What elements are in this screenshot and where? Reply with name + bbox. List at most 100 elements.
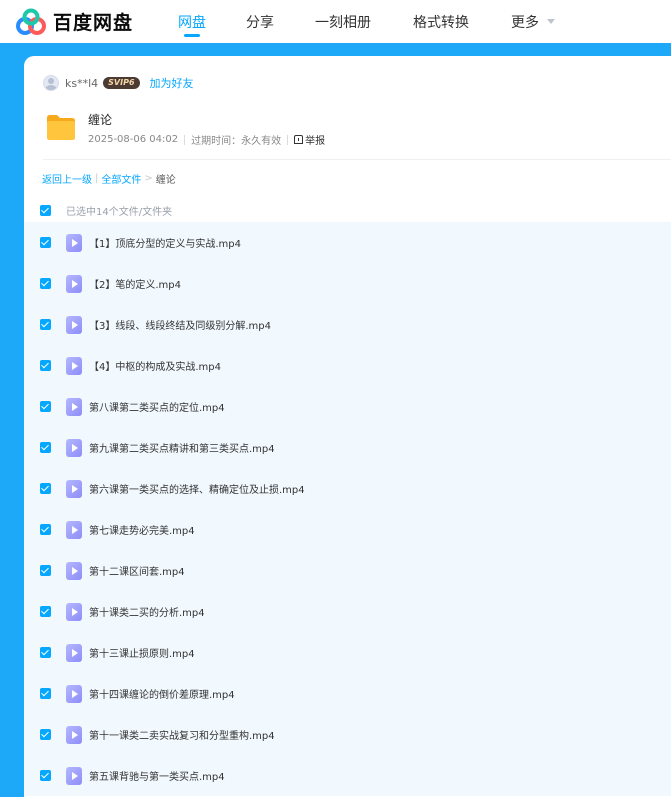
report-icon (294, 135, 304, 144)
add-friend-button[interactable]: 加为好友 (150, 75, 194, 91)
file-name[interactable]: 【2】笔的定义.mp4 (89, 276, 181, 291)
video-file-icon (66, 438, 82, 457)
file-name[interactable]: 第十课类二买的分析.mp4 (89, 604, 205, 619)
video-file-icon (66, 520, 82, 539)
breadcrumb-separator: > (144, 173, 153, 184)
list-item[interactable]: 【3】线段、线段终结及同级别分解.mp4 (24, 304, 671, 345)
video-file-icon (66, 356, 82, 375)
file-checkbox[interactable] (40, 483, 51, 494)
vip-badge: SVIP6 (103, 77, 140, 89)
file-name[interactable]: 第十四课缠论的倒价差原理.mp4 (89, 686, 235, 701)
breadcrumb-divider: | (95, 173, 99, 184)
report-button[interactable]: 举报 (294, 132, 325, 147)
video-file-icon (66, 643, 82, 662)
folder-meta: 2025-08-06 04:02 过期时间：永久有效 举报 (88, 132, 325, 147)
video-file-icon (66, 684, 82, 703)
video-file-icon (66, 766, 82, 785)
divider (287, 134, 289, 145)
main-nav: 网盘 分享 一刻相册 格式转换 更多 (178, 0, 555, 43)
file-checkbox[interactable] (40, 565, 51, 576)
file-name[interactable]: 第八课第二类买点的定位.mp4 (89, 399, 225, 414)
list-item[interactable]: 第十课类二买的分析.mp4 (24, 591, 671, 632)
file-name[interactable]: 第十一课类二卖实战复习和分型重构.mp4 (89, 727, 275, 742)
share-date: 2025-08-06 04:02 (88, 134, 179, 145)
nav-label: 分享 (246, 14, 274, 31)
nav-item-netdisk[interactable]: 网盘 (178, 0, 206, 43)
file-list: 【1】顶底分型的定义与实战.mp4 【2】笔的定义.mp4 【3】线段、线段终结… (24, 222, 671, 796)
video-file-icon (66, 397, 82, 416)
file-checkbox[interactable] (40, 319, 51, 330)
avatar[interactable] (43, 75, 59, 91)
file-checkbox[interactable] (40, 524, 51, 535)
video-file-icon (66, 274, 82, 293)
nav-label: 一刻相册 (315, 14, 371, 31)
nav-item-share[interactable]: 分享 (246, 0, 274, 43)
list-item[interactable]: 【1】顶底分型的定义与实战.mp4 (24, 222, 671, 263)
selection-count: 已选中14个文件/文件夹 (66, 206, 173, 218)
file-name[interactable]: 【1】顶底分型的定义与实战.mp4 (89, 235, 241, 250)
file-checkbox[interactable] (40, 401, 51, 412)
nav-item-more[interactable]: 更多 (511, 0, 555, 43)
list-item[interactable]: 第七课走势必完美.mp4 (24, 509, 671, 550)
baidu-netdisk-logo-icon (16, 8, 46, 35)
list-item[interactable]: 第十一课类二卖实战复习和分型重构.mp4 (24, 714, 671, 755)
list-item[interactable]: 第八课第二类买点的定位.mp4 (24, 386, 671, 427)
nav-label: 网盘 (178, 14, 206, 31)
file-checkbox[interactable] (40, 729, 51, 740)
file-checkbox[interactable] (40, 688, 51, 699)
select-all-bar: 已选中14个文件/文件夹 (40, 203, 173, 218)
list-item[interactable]: 第十三课止损原则.mp4 (24, 632, 671, 673)
file-checkbox[interactable] (40, 770, 51, 781)
file-checkbox[interactable] (40, 278, 51, 289)
video-file-icon (66, 233, 82, 252)
file-name[interactable]: 第七课走势必完美.mp4 (89, 522, 195, 537)
video-file-icon (66, 315, 82, 334)
divider (184, 134, 186, 145)
list-item[interactable]: 【4】中枢的构成及实战.mp4 (24, 345, 671, 386)
file-name[interactable]: 第五课背驰与第一类买点.mp4 (89, 768, 225, 783)
nav-label: 更多 (511, 14, 539, 31)
logo-text: 百度网盘 (53, 12, 134, 34)
sharer-info: ks**l4 SVIP6 加为好友 (43, 74, 194, 92)
file-checkbox[interactable] (40, 237, 51, 248)
file-name[interactable]: 第九课第二类买点精讲和第三类买点.mp4 (89, 440, 275, 455)
list-item[interactable]: 第九课第二类买点精讲和第三类买点.mp4 (24, 427, 671, 468)
folder-icon (47, 115, 75, 140)
list-item[interactable]: 第十四课缠论的倒价差原理.mp4 (24, 673, 671, 714)
sharer-name[interactable]: ks**l4 (65, 77, 98, 90)
breadcrumb: 返回上一级 | 全部文件 > 缠论 (42, 171, 176, 186)
nav-item-album[interactable]: 一刻相册 (315, 0, 371, 43)
file-name[interactable]: 第十二课区间套.mp4 (89, 563, 185, 578)
file-name[interactable]: 【4】中枢的构成及实战.mp4 (89, 358, 221, 373)
file-checkbox[interactable] (40, 606, 51, 617)
folder-header: 缠论 2025-08-06 04:02 过期时间：永久有效 举报 (43, 108, 671, 153)
video-file-icon (66, 561, 82, 580)
expire-text: 过期时间：永久有效 (191, 136, 282, 147)
breadcrumb-back[interactable]: 返回上一级 (42, 171, 92, 186)
file-name[interactable]: 第六课第一类买点的选择、精确定位及止损.mp4 (89, 481, 305, 496)
video-file-icon (66, 602, 82, 621)
video-file-icon (66, 479, 82, 498)
list-item[interactable]: 第十二课区间套.mp4 (24, 550, 671, 591)
list-item[interactable]: 【2】笔的定义.mp4 (24, 263, 671, 304)
file-name[interactable]: 【3】线段、线段终结及同级别分解.mp4 (89, 317, 271, 332)
list-item[interactable]: 第六课第一类买点的选择、精确定位及止损.mp4 (24, 468, 671, 509)
file-name[interactable]: 第十三课止损原则.mp4 (89, 645, 195, 660)
report-label: 举报 (305, 136, 326, 147)
chevron-down-icon (547, 19, 555, 24)
logo[interactable]: 百度网盘 (15, 0, 133, 43)
video-file-icon (66, 725, 82, 744)
file-checkbox[interactable] (40, 647, 51, 658)
nav-label: 格式转换 (413, 14, 469, 31)
nav-item-convert[interactable]: 格式转换 (413, 0, 469, 43)
file-checkbox[interactable] (40, 360, 51, 371)
select-all-checkbox[interactable] (40, 204, 51, 216)
share-panel: ks**l4 SVIP6 加为好友 缠论 2025-08-06 04:02 过期… (24, 56, 671, 797)
divider (43, 159, 671, 160)
list-item[interactable]: 第五课背驰与第一类买点.mp4 (24, 755, 671, 796)
top-bar: 百度网盘 网盘 分享 一刻相册 格式转换 更多 (0, 0, 671, 43)
breadcrumb-current: 缠论 (155, 175, 176, 186)
file-checkbox[interactable] (40, 442, 51, 453)
folder-title: 缠论 (88, 113, 113, 127)
breadcrumb-all-files[interactable]: 全部文件 (101, 171, 141, 186)
